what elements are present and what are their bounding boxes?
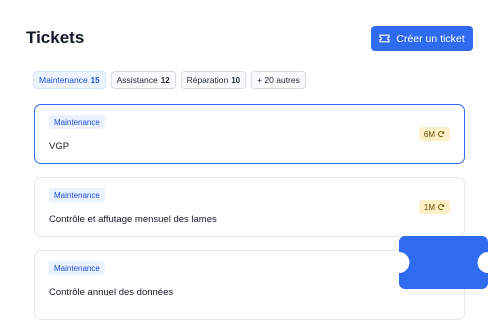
ticket-name: Contrôle annuel des données: [49, 287, 174, 298]
category-badge: Maintenance: [49, 115, 105, 129]
ticket-name: Contrôle et affutage mensuel des lames: [49, 214, 217, 225]
frequency-badge: 1M: [418, 200, 450, 214]
ticket-icon: [379, 34, 390, 43]
filter-chip-count: 10: [231, 75, 241, 85]
filter-chip-label: + 20 autres: [257, 75, 300, 85]
filter-chip-label: Assistance: [116, 75, 158, 85]
create-ticket-button[interactable]: Créer un ticket: [371, 26, 473, 51]
ticket-card[interactable]: Maintenance Contrôle et affutage mensuel…: [34, 177, 465, 237]
create-ticket-label: Créer un ticket: [396, 32, 465, 45]
filter-chips: Maintenance 15 Assistance 12 Réparation …: [33, 71, 306, 89]
ticket-name: VGP: [49, 141, 70, 152]
filter-chip-more[interactable]: + 20 autres: [251, 71, 306, 89]
repeat-icon: [438, 131, 445, 137]
repeat-icon: [438, 204, 445, 210]
ticket-icon: [399, 236, 488, 289]
filter-chip-maintenance[interactable]: Maintenance 15: [33, 71, 106, 89]
category-badge: Maintenance: [49, 261, 105, 275]
filter-chip-assistance[interactable]: Assistance 12: [110, 71, 176, 89]
frequency-value: 1M: [423, 202, 435, 212]
category-badge: Maintenance: [49, 188, 105, 202]
filter-chip-label: Maintenance: [39, 75, 88, 85]
filter-chip-reparation[interactable]: Réparation 10: [180, 71, 247, 89]
ticket-card[interactable]: Maintenance VGP 6M: [34, 104, 465, 164]
page-title: Tickets: [26, 28, 85, 47]
frequency-value: 6M: [423, 129, 435, 139]
filter-chip-count: 12: [160, 75, 170, 85]
filter-chip-count: 15: [90, 75, 100, 85]
frequency-badge: 6M: [418, 127, 450, 141]
filter-chip-label: Réparation: [186, 75, 229, 85]
